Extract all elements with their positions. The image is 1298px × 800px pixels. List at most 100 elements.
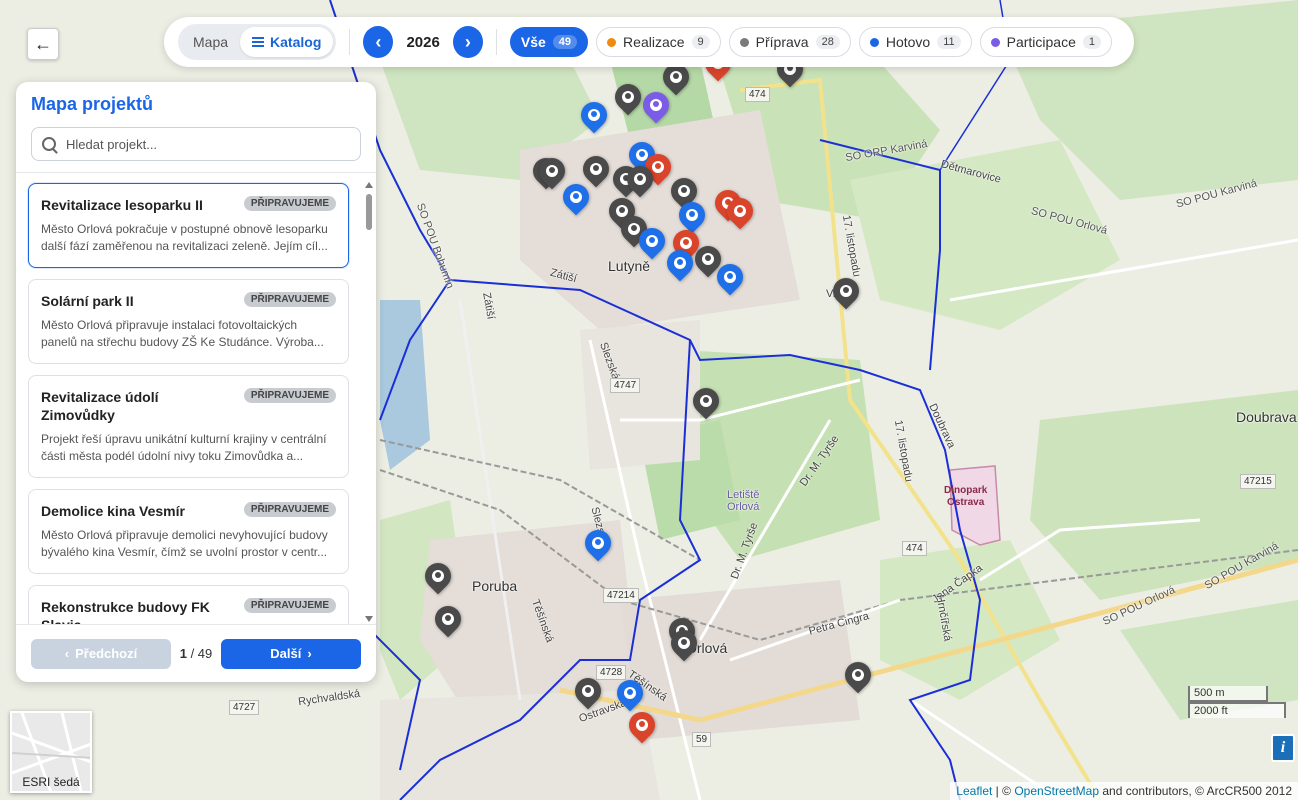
project-marker-grey[interactable] — [621, 160, 659, 198]
project-marker-blue[interactable] — [579, 524, 617, 562]
filter-count: 1 — [1082, 35, 1101, 49]
status-badge: PŘIPRAVUJEME — [243, 292, 336, 307]
page-indicator: 1 / 49 — [171, 646, 221, 661]
scroll-thumb[interactable] — [366, 194, 372, 230]
filter-chip[interactable]: Příprava 28 — [728, 27, 851, 57]
project-marker-blue[interactable] — [611, 674, 649, 712]
map-scale: 500 m 2000 ft — [1188, 686, 1286, 718]
panel-header: Mapa projektů — [16, 82, 376, 173]
project-marker-grey[interactable] — [533, 152, 571, 190]
project-marker-purple[interactable] — [637, 86, 675, 124]
chevron-left-icon: ‹ — [64, 646, 70, 661]
scale-imperial: 2000 ft — [1188, 702, 1286, 718]
project-marker-blue[interactable] — [633, 222, 671, 260]
project-card[interactable]: Demolice kina Vesmír PŘIPRAVUJEME Město Or… — [28, 489, 349, 574]
project-marker-grey[interactable] — [665, 624, 703, 662]
chevron-right-icon: › — [464, 31, 471, 52]
marker-dot — [582, 685, 594, 697]
filter-count: 28 — [815, 35, 840, 49]
search-input[interactable] — [66, 136, 346, 152]
marker-dot — [734, 205, 746, 217]
next-page-button[interactable]: Další › — [221, 638, 361, 669]
view-catalog-label: Katalog — [270, 34, 322, 50]
card-header: Demolice kina Vesmír PŘIPRAVUJEME — [41, 502, 336, 520]
info-button[interactable]: i — [1271, 734, 1295, 762]
scroll-up-arrow[interactable] — [365, 182, 373, 188]
project-marker-grey[interactable] — [687, 382, 725, 420]
divider — [495, 29, 497, 55]
next-year-button[interactable]: › — [452, 26, 483, 58]
project-marker-grey[interactable] — [609, 78, 647, 116]
pagination: ‹ Předchozí 1 / 49 Další › — [16, 624, 376, 682]
filter-chip[interactable]: Participace 1 — [979, 27, 1112, 57]
project-marker-red[interactable] — [623, 706, 661, 744]
top-toolbar: Mapa Katalog ‹ 2026 › Vše 49 Realizace 9 Pří… — [164, 17, 1134, 67]
project-marker-blue[interactable] — [575, 96, 613, 134]
prev-page-button[interactable]: ‹ Předchozí — [31, 638, 171, 669]
attribution-sep: | © — [995, 784, 1011, 798]
status-badge: PŘIPRAVUJEME — [243, 502, 336, 517]
project-marker-grey[interactable] — [839, 656, 877, 694]
project-marker-grey[interactable] — [827, 272, 865, 310]
marker-dot — [546, 165, 558, 177]
project-card[interactable]: Revitalizace údolí Zimovůdky PŘIPRAVUJEME… — [28, 375, 349, 478]
project-marker-grey[interactable] — [429, 600, 467, 638]
view-catalog-button[interactable]: Katalog — [240, 27, 334, 57]
place-label: Letiště — [727, 489, 760, 501]
next-page-label: Další — [270, 646, 302, 661]
marker-dot — [686, 209, 698, 221]
project-title: Rekonstrukce budovy FK Slavia — [41, 599, 210, 624]
filter-chip[interactable]: Hotovo 11 — [858, 27, 972, 57]
filter-label: Vše — [520, 34, 546, 50]
filter-count: 11 — [937, 35, 961, 49]
list-icon — [252, 37, 265, 47]
marker-dot — [650, 99, 662, 111]
filter-label: Hotovo — [885, 34, 931, 50]
status-dot-icon — [739, 37, 749, 47]
poi-label: Ostrava — [947, 497, 985, 508]
filter-chip[interactable]: Realizace 9 — [596, 27, 721, 57]
project-description: Projekt řeší úpravu unikátní kulturní kr… — [41, 432, 327, 463]
project-title: Revitalizace lesoparku II — [41, 197, 203, 213]
leaflet-link[interactable]: Leaflet — [956, 784, 992, 798]
scroll-down-arrow[interactable] — [365, 616, 373, 622]
back-button[interactable]: ← — [27, 28, 59, 60]
filter-chip[interactable]: Vše 49 — [509, 27, 589, 57]
view-toggle: Mapa Katalog — [178, 24, 337, 60]
project-card[interactable]: Revitalizace lesoparku II PŘIPRAVUJEME Měs… — [28, 183, 349, 268]
poi-dinopark: Dinopark Ostrava — [944, 485, 987, 509]
osm-link[interactable]: OpenStreetMap — [1014, 784, 1099, 798]
chevron-right-icon: › — [307, 646, 312, 661]
project-marker-blue[interactable] — [557, 178, 595, 216]
prev-page-label: Předchozí — [75, 646, 138, 661]
marker-dot — [678, 185, 690, 197]
scale-metric: 500 m — [1188, 686, 1268, 702]
attribution-text: and contributors, © ArcCR500 2012 — [1102, 784, 1292, 798]
marker-dot — [678, 637, 690, 649]
list-scrollbar[interactable] — [365, 182, 373, 622]
filter-count: 49 — [552, 35, 578, 49]
card-header: Revitalizace údolí Zimovůdky PŘIPRAVUJEME — [41, 388, 336, 424]
project-marker-red[interactable] — [721, 192, 759, 230]
project-marker-grey[interactable] — [569, 672, 607, 710]
panel-title: Mapa projektů — [31, 94, 154, 114]
project-list: Revitalizace lesoparku II PŘIPRAVUJEME Měs… — [16, 173, 376, 624]
info-icon: i — [1280, 739, 1286, 756]
view-map-button[interactable]: Mapa — [181, 27, 240, 57]
marker-dot — [670, 71, 682, 83]
project-card[interactable]: Rekonstrukce budovy FK Slavia PŘIPRAVUJEM… — [28, 585, 349, 624]
card-header: Solární park II PŘIPRAVUJEME — [41, 292, 336, 310]
project-marker-grey[interactable] — [419, 557, 457, 595]
chevron-left-icon: ‹ — [375, 31, 382, 52]
project-card[interactable]: Solární park II PŘIPRAVUJEME Město Orlová … — [28, 279, 349, 364]
basemap-layer-switch[interactable]: ESRI šedá — [10, 711, 92, 793]
marker-dot — [622, 91, 634, 103]
prev-year-button[interactable]: ‹ — [363, 26, 394, 58]
project-marker-blue[interactable] — [661, 244, 699, 282]
marker-dot — [442, 613, 454, 625]
status-badge: PŘIPRAVUJEME — [243, 598, 336, 613]
project-marker-blue[interactable] — [711, 258, 749, 296]
marker-dot — [724, 271, 736, 283]
marker-dot — [588, 109, 600, 121]
marker-dot — [592, 537, 604, 549]
